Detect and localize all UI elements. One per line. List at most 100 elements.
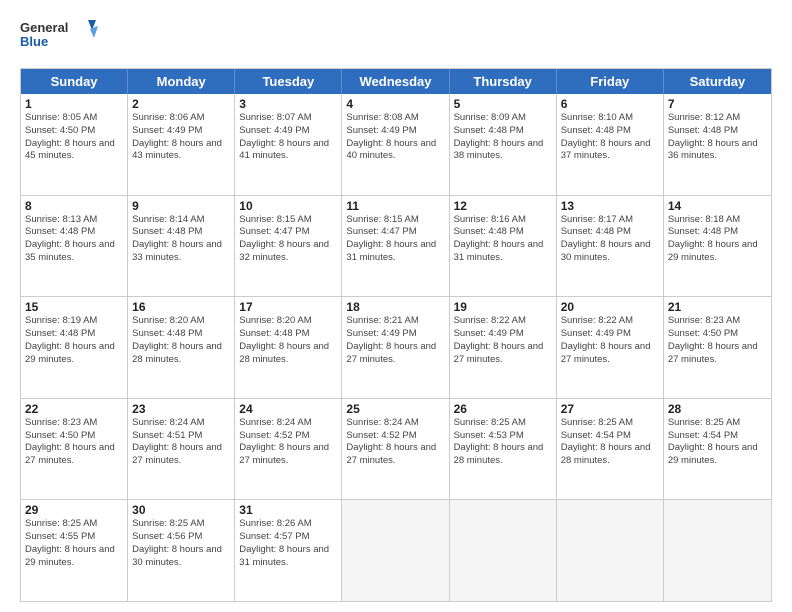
calendar-week-row: 29 Sunrise: 8:25 AM Sunset: 4:55 PM Dayl… bbox=[21, 499, 771, 601]
calendar-cell: 2 Sunrise: 8:06 AM Sunset: 4:49 PM Dayli… bbox=[128, 94, 235, 195]
calendar-cell: 17 Sunrise: 8:20 AM Sunset: 4:48 PM Dayl… bbox=[235, 297, 342, 398]
sunrise-line: Sunrise: 8:24 AM bbox=[132, 417, 230, 430]
weekday-header: Saturday bbox=[664, 69, 771, 94]
day-number: 10 bbox=[239, 199, 337, 213]
calendar-cell: 30 Sunrise: 8:25 AM Sunset: 4:56 PM Dayl… bbox=[128, 500, 235, 601]
day-number: 13 bbox=[561, 199, 659, 213]
page: General Blue SundayMondayTuesdayWednesda… bbox=[0, 0, 792, 612]
calendar-cell: 25 Sunrise: 8:24 AM Sunset: 4:52 PM Dayl… bbox=[342, 399, 449, 500]
day-number: 26 bbox=[454, 402, 552, 416]
daylight-line: Daylight: 8 hours and 27 minutes. bbox=[346, 341, 444, 367]
svg-text:General: General bbox=[20, 20, 68, 35]
sunrise-line: Sunrise: 8:24 AM bbox=[346, 417, 444, 430]
sunrise-line: Sunrise: 8:12 AM bbox=[668, 112, 767, 125]
weekday-header: Tuesday bbox=[235, 69, 342, 94]
day-number: 17 bbox=[239, 300, 337, 314]
sunset-line: Sunset: 4:49 PM bbox=[346, 125, 444, 138]
daylight-line: Daylight: 8 hours and 45 minutes. bbox=[25, 138, 123, 164]
calendar-cell: 7 Sunrise: 8:12 AM Sunset: 4:48 PM Dayli… bbox=[664, 94, 771, 195]
calendar-cell: 3 Sunrise: 8:07 AM Sunset: 4:49 PM Dayli… bbox=[235, 94, 342, 195]
daylight-line: Daylight: 8 hours and 29 minutes. bbox=[25, 544, 123, 570]
sunset-line: Sunset: 4:55 PM bbox=[25, 531, 123, 544]
day-number: 21 bbox=[668, 300, 767, 314]
weekday-header: Monday bbox=[128, 69, 235, 94]
sunset-line: Sunset: 4:54 PM bbox=[561, 430, 659, 443]
day-number: 9 bbox=[132, 199, 230, 213]
sunrise-line: Sunrise: 8:05 AM bbox=[25, 112, 123, 125]
calendar-cell bbox=[557, 500, 664, 601]
daylight-line: Daylight: 8 hours and 28 minutes. bbox=[454, 442, 552, 468]
sunset-line: Sunset: 4:48 PM bbox=[239, 328, 337, 341]
daylight-line: Daylight: 8 hours and 31 minutes. bbox=[454, 239, 552, 265]
daylight-line: Daylight: 8 hours and 29 minutes. bbox=[668, 442, 767, 468]
day-number: 18 bbox=[346, 300, 444, 314]
sunset-line: Sunset: 4:48 PM bbox=[25, 226, 123, 239]
calendar-week-row: 1 Sunrise: 8:05 AM Sunset: 4:50 PM Dayli… bbox=[21, 94, 771, 195]
daylight-line: Daylight: 8 hours and 27 minutes. bbox=[454, 341, 552, 367]
calendar-cell: 23 Sunrise: 8:24 AM Sunset: 4:51 PM Dayl… bbox=[128, 399, 235, 500]
day-number: 24 bbox=[239, 402, 337, 416]
daylight-line: Daylight: 8 hours and 31 minutes. bbox=[346, 239, 444, 265]
sunrise-line: Sunrise: 8:20 AM bbox=[239, 315, 337, 328]
daylight-line: Daylight: 8 hours and 37 minutes. bbox=[561, 138, 659, 164]
weekday-header: Friday bbox=[557, 69, 664, 94]
daylight-line: Daylight: 8 hours and 38 minutes. bbox=[454, 138, 552, 164]
daylight-line: Daylight: 8 hours and 29 minutes. bbox=[25, 341, 123, 367]
day-number: 12 bbox=[454, 199, 552, 213]
day-number: 15 bbox=[25, 300, 123, 314]
day-number: 8 bbox=[25, 199, 123, 213]
calendar-week-row: 8 Sunrise: 8:13 AM Sunset: 4:48 PM Dayli… bbox=[21, 195, 771, 297]
daylight-line: Daylight: 8 hours and 30 minutes. bbox=[561, 239, 659, 265]
sunset-line: Sunset: 4:49 PM bbox=[132, 125, 230, 138]
calendar-cell: 6 Sunrise: 8:10 AM Sunset: 4:48 PM Dayli… bbox=[557, 94, 664, 195]
sunset-line: Sunset: 4:47 PM bbox=[239, 226, 337, 239]
sunset-line: Sunset: 4:48 PM bbox=[668, 226, 767, 239]
calendar-cell: 9 Sunrise: 8:14 AM Sunset: 4:48 PM Dayli… bbox=[128, 196, 235, 297]
daylight-line: Daylight: 8 hours and 31 minutes. bbox=[239, 544, 337, 570]
sunset-line: Sunset: 4:48 PM bbox=[132, 226, 230, 239]
sunset-line: Sunset: 4:52 PM bbox=[346, 430, 444, 443]
sunset-line: Sunset: 4:48 PM bbox=[454, 226, 552, 239]
daylight-line: Daylight: 8 hours and 27 minutes. bbox=[668, 341, 767, 367]
daylight-line: Daylight: 8 hours and 27 minutes. bbox=[346, 442, 444, 468]
daylight-line: Daylight: 8 hours and 33 minutes. bbox=[132, 239, 230, 265]
day-number: 16 bbox=[132, 300, 230, 314]
sunrise-line: Sunrise: 8:13 AM bbox=[25, 214, 123, 227]
sunset-line: Sunset: 4:48 PM bbox=[561, 125, 659, 138]
calendar-cell bbox=[664, 500, 771, 601]
sunset-line: Sunset: 4:49 PM bbox=[454, 328, 552, 341]
daylight-line: Daylight: 8 hours and 28 minutes. bbox=[132, 341, 230, 367]
sunrise-line: Sunrise: 8:07 AM bbox=[239, 112, 337, 125]
calendar-cell: 26 Sunrise: 8:25 AM Sunset: 4:53 PM Dayl… bbox=[450, 399, 557, 500]
day-number: 1 bbox=[25, 97, 123, 111]
daylight-line: Daylight: 8 hours and 43 minutes. bbox=[132, 138, 230, 164]
calendar-cell: 4 Sunrise: 8:08 AM Sunset: 4:49 PM Dayli… bbox=[342, 94, 449, 195]
calendar-cell: 24 Sunrise: 8:24 AM Sunset: 4:52 PM Dayl… bbox=[235, 399, 342, 500]
calendar-cell: 19 Sunrise: 8:22 AM Sunset: 4:49 PM Dayl… bbox=[450, 297, 557, 398]
day-number: 27 bbox=[561, 402, 659, 416]
sunrise-line: Sunrise: 8:15 AM bbox=[346, 214, 444, 227]
day-number: 7 bbox=[668, 97, 767, 111]
daylight-line: Daylight: 8 hours and 28 minutes. bbox=[561, 442, 659, 468]
sunset-line: Sunset: 4:49 PM bbox=[239, 125, 337, 138]
day-number: 11 bbox=[346, 199, 444, 213]
sunset-line: Sunset: 4:48 PM bbox=[25, 328, 123, 341]
calendar-cell: 8 Sunrise: 8:13 AM Sunset: 4:48 PM Dayli… bbox=[21, 196, 128, 297]
sunrise-line: Sunrise: 8:25 AM bbox=[132, 518, 230, 531]
day-number: 31 bbox=[239, 503, 337, 517]
sunset-line: Sunset: 4:48 PM bbox=[561, 226, 659, 239]
weekday-header: Thursday bbox=[450, 69, 557, 94]
sunrise-line: Sunrise: 8:25 AM bbox=[454, 417, 552, 430]
daylight-line: Daylight: 8 hours and 27 minutes. bbox=[25, 442, 123, 468]
sunset-line: Sunset: 4:48 PM bbox=[454, 125, 552, 138]
daylight-line: Daylight: 8 hours and 29 minutes. bbox=[668, 239, 767, 265]
day-number: 29 bbox=[25, 503, 123, 517]
svg-text:Blue: Blue bbox=[20, 34, 48, 49]
sunrise-line: Sunrise: 8:17 AM bbox=[561, 214, 659, 227]
sunrise-line: Sunrise: 8:10 AM bbox=[561, 112, 659, 125]
sunrise-line: Sunrise: 8:22 AM bbox=[454, 315, 552, 328]
sunset-line: Sunset: 4:49 PM bbox=[561, 328, 659, 341]
sunrise-line: Sunrise: 8:15 AM bbox=[239, 214, 337, 227]
day-number: 2 bbox=[132, 97, 230, 111]
sunset-line: Sunset: 4:57 PM bbox=[239, 531, 337, 544]
